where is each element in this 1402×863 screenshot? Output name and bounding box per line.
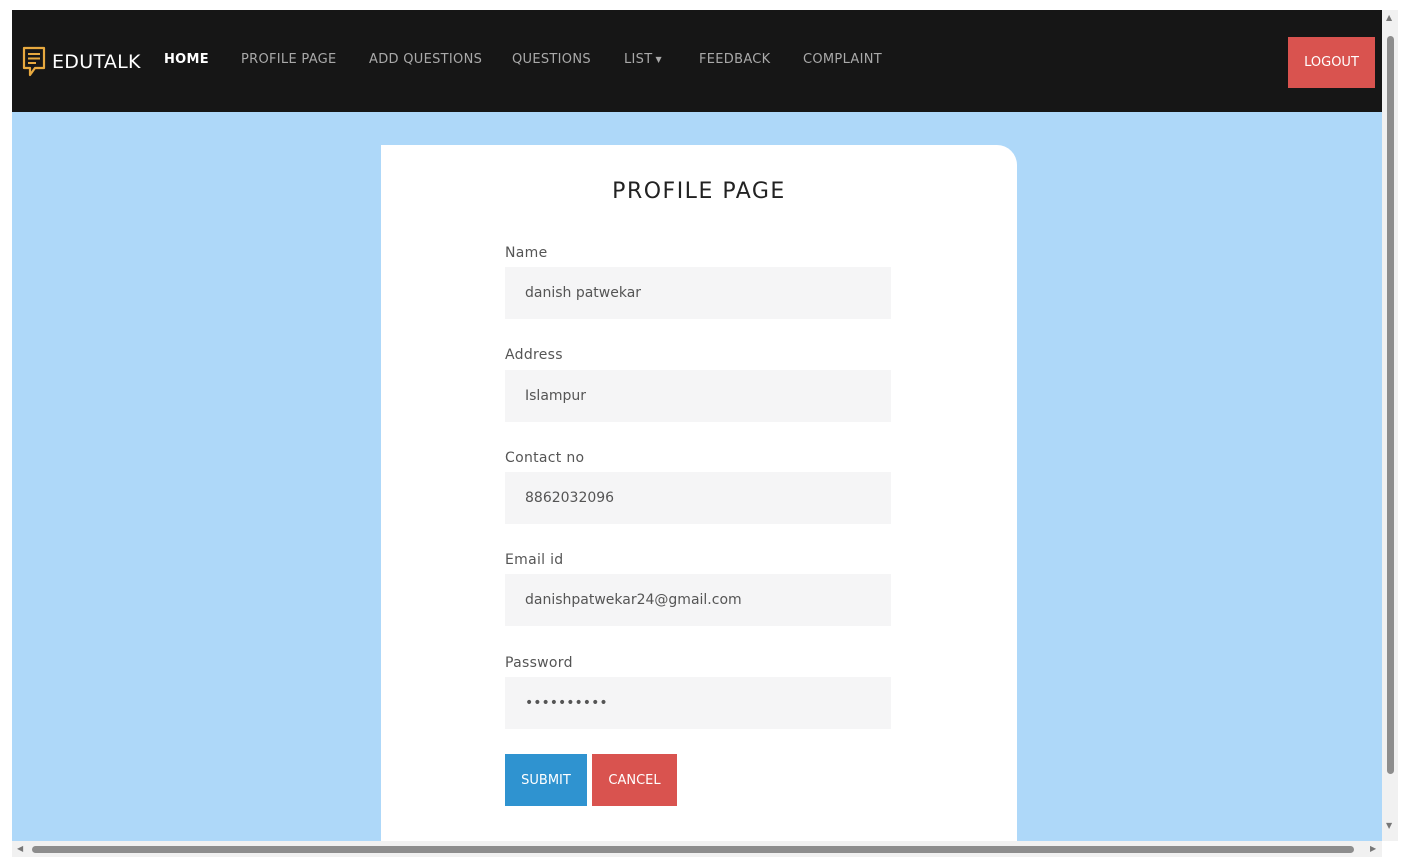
nav-profile-page[interactable]: PROFILE PAGE bbox=[241, 52, 337, 67]
page-title: PROFILE PAGE bbox=[612, 179, 786, 204]
scroll-left-arrow-icon[interactable]: ◀ bbox=[17, 845, 23, 853]
scroll-right-arrow-icon[interactable]: ▶ bbox=[1370, 845, 1376, 853]
name-field[interactable] bbox=[505, 267, 891, 319]
password-label: Password bbox=[505, 655, 573, 671]
brand-name: EDUTALK bbox=[52, 51, 141, 73]
password-field[interactable] bbox=[505, 677, 891, 729]
cancel-button[interactable]: CANCEL bbox=[592, 754, 677, 806]
caret-down-icon: ▼ bbox=[655, 55, 662, 64]
horizontal-scroll-thumb[interactable] bbox=[32, 846, 1354, 853]
contact-label: Contact no bbox=[505, 450, 585, 466]
vertical-scroll-thumb[interactable] bbox=[1387, 36, 1394, 774]
horizontal-scrollbar[interactable]: ◀ ▶ bbox=[12, 841, 1382, 857]
nav-feedback[interactable]: FEEDBACK bbox=[699, 52, 771, 67]
nav-add-questions[interactable]: ADD QUESTIONS bbox=[369, 52, 482, 67]
name-label: Name bbox=[505, 245, 548, 261]
logout-button[interactable]: LOGOUT bbox=[1288, 37, 1375, 88]
vertical-scrollbar[interactable]: ▲ ▼ bbox=[1382, 10, 1398, 841]
contact-field[interactable] bbox=[505, 472, 891, 524]
submit-button[interactable]: SUBMIT bbox=[505, 754, 587, 806]
navbar: EDUTALK HOME PROFILE PAGE ADD QUESTIONS … bbox=[12, 10, 1382, 112]
address-field[interactable] bbox=[505, 370, 891, 422]
email-field[interactable] bbox=[505, 574, 891, 626]
scroll-up-arrow-icon[interactable]: ▲ bbox=[1386, 14, 1392, 22]
nav-list-label: LIST bbox=[624, 52, 653, 67]
nav-list-dropdown[interactable]: LIST ▼ bbox=[624, 52, 662, 67]
address-label: Address bbox=[505, 347, 563, 363]
page-viewport: EDUTALK HOME PROFILE PAGE ADD QUESTIONS … bbox=[12, 10, 1382, 841]
scroll-down-arrow-icon[interactable]: ▼ bbox=[1386, 822, 1392, 830]
nav-questions[interactable]: QUESTIONS bbox=[512, 52, 591, 67]
profile-form-card: PROFILE PAGE Name Address Contact no Ema… bbox=[381, 145, 1017, 841]
chat-note-icon bbox=[22, 46, 46, 78]
brand[interactable]: EDUTALK bbox=[22, 46, 141, 78]
email-label: Email id bbox=[505, 552, 564, 568]
nav-complaint[interactable]: COMPLAINT bbox=[803, 52, 882, 67]
nav-home[interactable]: HOME bbox=[164, 52, 209, 67]
